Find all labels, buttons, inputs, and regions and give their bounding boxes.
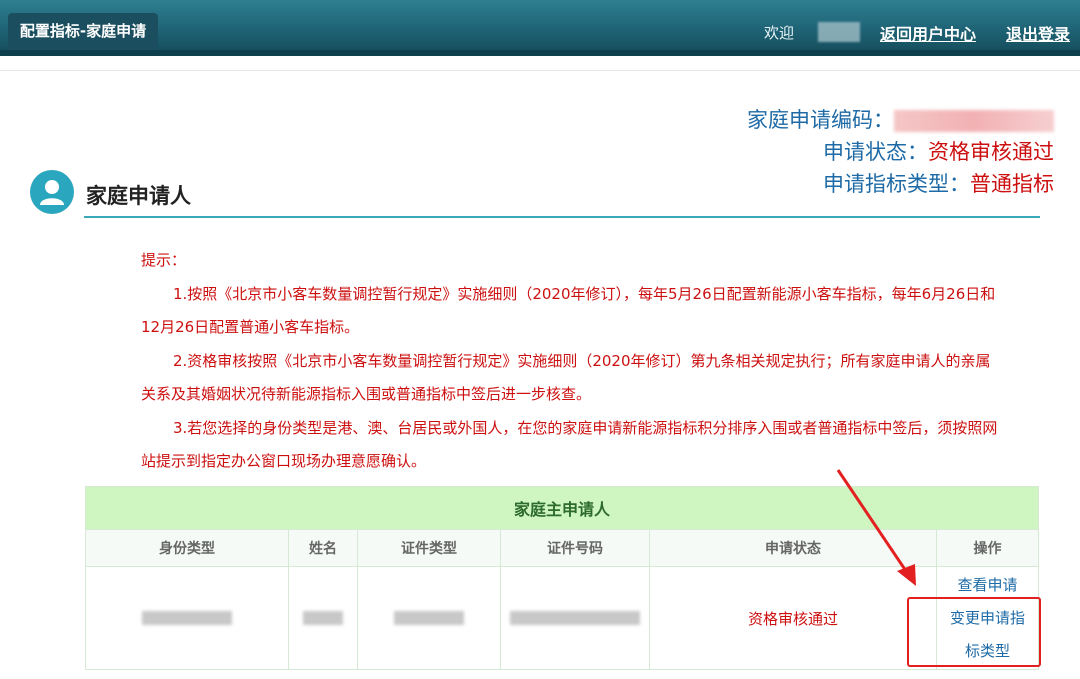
column-header-actions: 操作 (936, 529, 1039, 567)
section-underline (84, 216, 1040, 218)
row-status-text: 资格审核通过 (747, 609, 838, 628)
application-code-row: 家庭申请编码： (747, 104, 1054, 136)
masked-id-number (510, 611, 640, 625)
cell-identity-type (85, 566, 289, 670)
tips-block: 提示： 1.按照《北京市小客车数量调控暂行规定》实施细则（2020年修订），每年… (141, 244, 1001, 479)
annotation-highlight-box (907, 597, 1041, 667)
cell-name (288, 566, 358, 670)
application-status-row: 申请状态：资格审核通过 (747, 136, 1054, 168)
cell-id-type (357, 566, 501, 670)
welcome-text: 欢迎 (764, 24, 795, 42)
application-code-label: 家庭申请编码： (747, 108, 894, 132)
section-title: 家庭申请人 (86, 184, 191, 208)
column-header-id-type: 证件类型 (357, 529, 501, 567)
application-status-value: 资格审核通过 (928, 140, 1054, 164)
cell-id-number (500, 566, 650, 670)
main-applicant-table: 家庭主申请人 身份类型 姓名 证件类型 证件号码 申请状态 操作 资格审核通过 … (85, 486, 1039, 670)
table-header-row: 身份类型 姓名 证件类型 证件号码 申请状态 操作 (85, 529, 1039, 567)
masked-identity-type (142, 611, 232, 625)
tip-item: 1.按照《北京市小客车数量调控暂行规定》实施细则（2020年修订），每年5月26… (141, 284, 996, 337)
user-icon (30, 170, 74, 214)
masked-id-type (394, 611, 464, 625)
header-divider (0, 70, 1080, 71)
section-header: 家庭申请人 (30, 170, 1040, 220)
page-tab[interactable]: 配置指标-家庭申请 (8, 13, 158, 50)
table-row: 资格审核通过 查看申请 变更申请指标类型 (85, 566, 1039, 670)
tips-heading: 提示： (141, 251, 187, 269)
column-header-name: 姓名 (288, 529, 358, 567)
column-header-id-number: 证件号码 (500, 529, 650, 567)
masked-username (818, 22, 860, 42)
top-header-bar: 配置指标-家庭申请 欢迎 返回用户中心 退出登录 (0, 0, 1080, 56)
logout-link[interactable]: 退出登录 (1006, 21, 1070, 45)
column-header-identity-type: 身份类型 (85, 529, 289, 567)
table-caption: 家庭主申请人 (85, 486, 1039, 530)
return-user-center-link[interactable]: 返回用户中心 (880, 21, 976, 45)
masked-application-code (894, 110, 1054, 132)
tip-item: 2.资格审核按照《北京市小客车数量调控暂行规定》实施细则（2020年修订）第九条… (141, 351, 991, 404)
application-status-label: 申请状态： (823, 140, 928, 164)
column-header-status: 申请状态 (649, 529, 937, 567)
masked-name (303, 611, 343, 625)
cell-status: 资格审核通过 (649, 566, 937, 670)
tip-item: 3.若您选择的身份类型是港、澳、台居民或外国人，在您的家庭申请新能源指标积分排序… (141, 418, 998, 471)
